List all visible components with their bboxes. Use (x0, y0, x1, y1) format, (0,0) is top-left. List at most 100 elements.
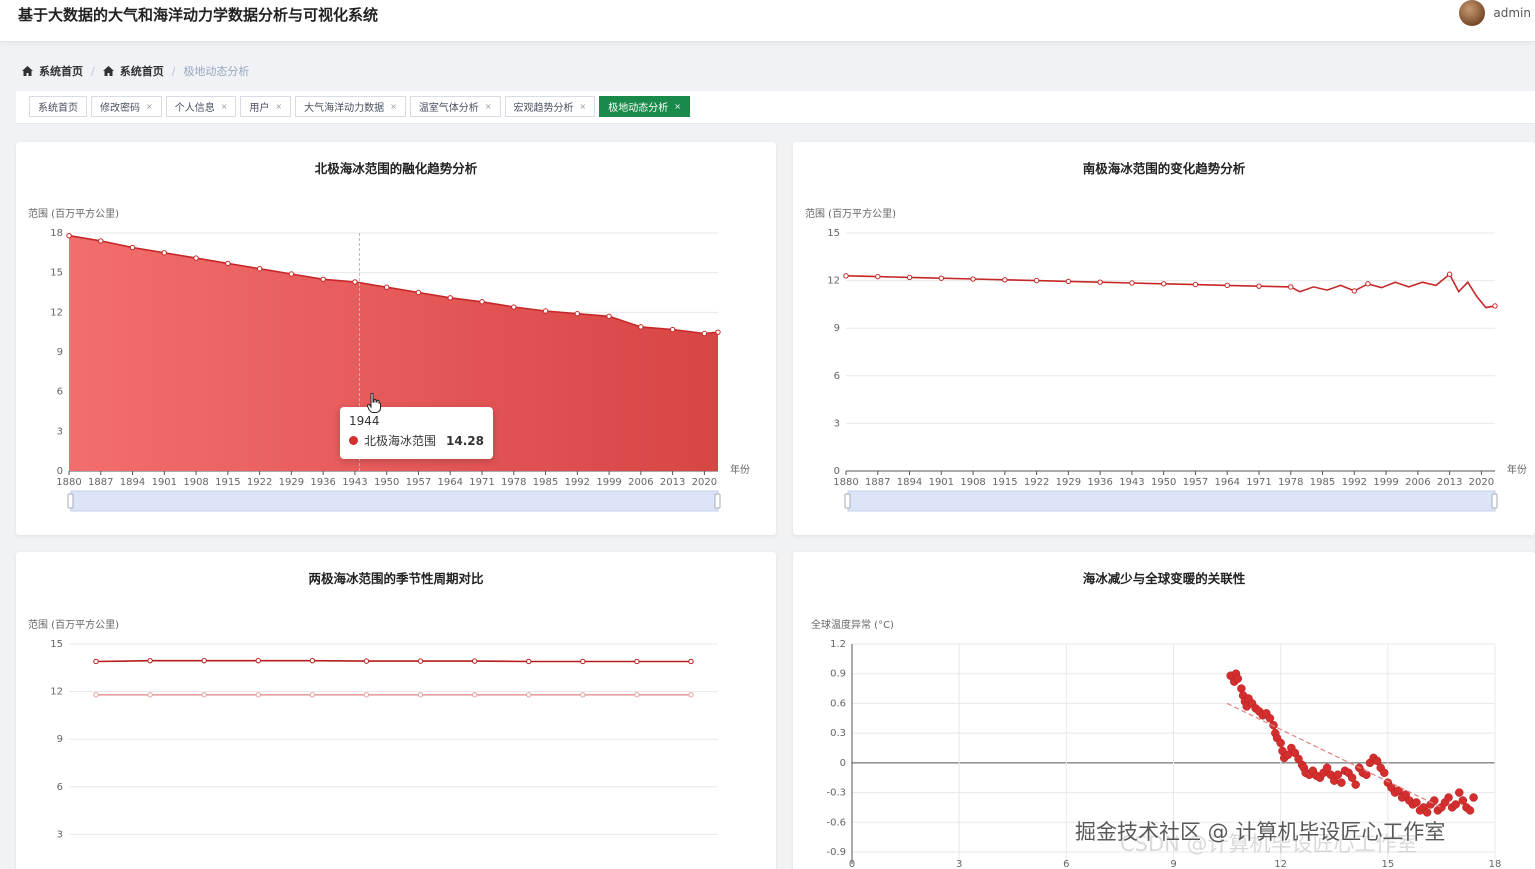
close-icon[interactable]: × (146, 102, 153, 111)
data-point (1002, 277, 1008, 283)
data-point (479, 299, 485, 305)
series-line (95, 659, 691, 663)
y-tick-label: 0 (57, 466, 63, 477)
antarctic-line-chart[interactable]: 范围 (百万平方公里) 0 3 6 9 12 15 1880 1887 1894 1901 1908 1… (793, 142, 1535, 535)
data-point (417, 692, 424, 698)
data-point (471, 692, 478, 698)
close-icon[interactable]: × (275, 102, 282, 111)
tab-6[interactable]: 宏观趋势分析 × (504, 96, 596, 117)
data-point (606, 313, 612, 320)
data-point (526, 658, 532, 665)
tags-list: 系统首页 修改密码 × 个人信息 × 用户 × 大气海洋动力数据 × 温室气体分析 × 宏观趋势分析 ×… (29, 96, 690, 117)
chart-tooltip: 1944 北极海冰范围 14.28 (340, 407, 493, 459)
x-tick-label: 1880 (833, 477, 858, 488)
tab-3[interactable]: 用户 × (240, 96, 292, 117)
data-point (66, 232, 72, 239)
y-tick-label: -0.3 (826, 788, 846, 799)
x-axis-label: 年份 (1507, 463, 1527, 476)
data-point (98, 238, 104, 244)
arctic-area-chart[interactable]: 范围 (百万平方公里) 0 3 6 9 12 15 18 1880 1887 1894 1901 190… (16, 142, 776, 535)
x-tick-label: 1992 (1342, 477, 1367, 488)
x-tick-label: 12 (1274, 859, 1287, 869)
scatter-point (1276, 738, 1285, 748)
x-tick-label: 1978 (1278, 477, 1303, 488)
x-tick-label: 1922 (1024, 477, 1049, 488)
datazoom-handle-right (714, 493, 721, 509)
tab-label: 大气海洋动力数据 (304, 103, 385, 114)
x-tick-label: 1985 (533, 477, 558, 488)
data-point (638, 324, 644, 330)
x-tick-label: 1901 (152, 477, 177, 488)
x-tick-label: 1936 (310, 477, 335, 488)
data-point (1446, 271, 1453, 277)
x-tick-label: 1971 (1246, 477, 1271, 488)
data-point (580, 692, 586, 698)
x-tick-label: 2020 (1469, 477, 1494, 488)
seasonal-line-chart[interactable]: 范围 (百万平方公里) 3 6 9 12 15 (16, 552, 776, 869)
close-icon[interactable]: × (390, 102, 397, 111)
y-tick-label: 12 (50, 687, 63, 698)
y-tick-label: 0.3 (830, 728, 846, 739)
y-tick-label: 1.2 (830, 639, 846, 650)
app-title: 基于大数据的大气和海洋动力学数据分析与可视化系统 (18, 6, 379, 24)
breadcrumb-home-1[interactable]: 系统首页 (22, 63, 83, 79)
data-point (1492, 303, 1498, 309)
close-icon[interactable]: × (221, 102, 228, 111)
user-menu[interactable]: admin (1459, 0, 1531, 26)
data-point (669, 326, 676, 333)
data-point (715, 329, 721, 335)
close-icon[interactable]: × (580, 102, 587, 111)
tab-2[interactable]: 个人信息 × (165, 96, 237, 117)
scatter-point (1380, 768, 1389, 778)
y-tick-label: 15 (50, 639, 63, 650)
datazoom-handle-right (1491, 493, 1498, 509)
x-tick-label: 2013 (1437, 477, 1462, 488)
x-tick-label: 2006 (628, 477, 653, 488)
data-point (1160, 281, 1167, 287)
data-point (1256, 283, 1262, 289)
scatter-point (1362, 770, 1371, 779)
tab-label: 温室气体分析 (418, 103, 479, 114)
x-tick-label: 1880 (56, 477, 81, 488)
watermark: 掘金技术社区 @ 计算机毕设匠心工作室 (1075, 820, 1446, 844)
y-tick-label: 15 (50, 268, 63, 279)
data-point (193, 255, 199, 261)
chart-card-arctic: 北极海冰范围的融化趋势分析 范围 (百万平方公里) 0 3 6 9 12 15 18 1880 1… (16, 142, 776, 535)
x-tick-label: 1999 (596, 477, 621, 488)
x-tick-label: 1943 (1119, 477, 1144, 488)
data-point (415, 289, 422, 296)
data-point (320, 276, 326, 282)
hand-cursor-icon (367, 393, 381, 413)
y-tick-label: 18 (50, 228, 63, 239)
data-point (688, 692, 694, 698)
x-tick-label: 6 (1063, 859, 1069, 869)
user-name[interactable]: admin (1493, 6, 1531, 20)
x-tick-label: 1971 (469, 477, 494, 488)
x-tick-label: 1992 (565, 477, 590, 488)
chart-card-antarctic: 南极海冰范围的变化趋势分析 范围 (百万平方公里) 0 3 6 9 12 15 1880 188… (793, 142, 1535, 535)
x-tick-label: 1887 (865, 477, 890, 488)
scatter-point (1237, 684, 1246, 693)
data-point (1351, 288, 1358, 294)
tab-5[interactable]: 温室气体分析 × (409, 96, 501, 117)
data-point (906, 274, 913, 281)
scatter-point (1412, 798, 1421, 807)
close-icon[interactable]: × (674, 102, 681, 111)
tab-4[interactable]: 大气海洋动力数据 × (295, 96, 406, 117)
data-point (875, 273, 881, 280)
avatar[interactable] (1459, 0, 1486, 26)
x-tick-label: 1908 (960, 477, 985, 488)
tooltip-year: 1944 (349, 414, 380, 428)
close-icon[interactable]: × (485, 102, 492, 111)
y-tick-label: 3 (57, 426, 63, 437)
tab-7[interactable]: 极地动态分析 × (599, 96, 690, 117)
tab-0[interactable]: 系统首页 (29, 96, 87, 117)
data-point (1192, 281, 1199, 288)
data-point (634, 692, 640, 698)
tab-1[interactable]: 修改密码 × (91, 96, 162, 117)
datazoom-slider (847, 490, 1496, 512)
breadcrumb-home-2[interactable]: 系统首页 (102, 63, 164, 79)
x-tick-label: 1964 (438, 477, 463, 488)
tags-view-bar: 系统首页 修改密码 × 个人信息 × 用户 × 大气海洋动力数据 × 温室气体分析 × 宏观趋势分析 ×… (16, 91, 1535, 124)
breadcrumb-label: 系统首页 (119, 65, 164, 78)
